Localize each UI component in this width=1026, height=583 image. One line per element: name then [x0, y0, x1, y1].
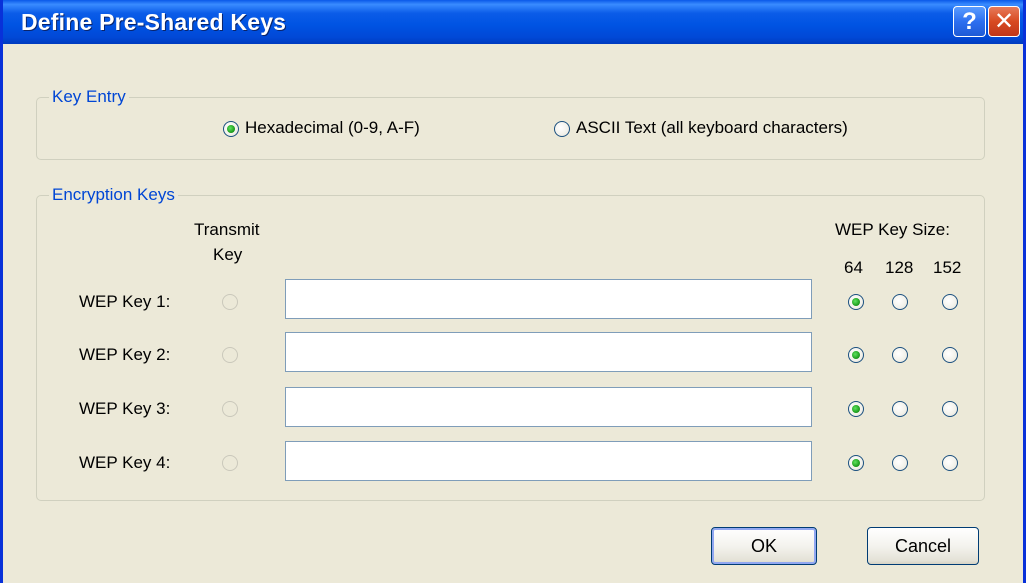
- cancel-button[interactable]: Cancel: [867, 527, 979, 565]
- transmit-key-2-radio[interactable]: [222, 347, 238, 363]
- transmit-key-header-line1: Transmit: [194, 220, 260, 239]
- wep-key-2-input[interactable]: [285, 332, 812, 372]
- transmit-key-1-radio[interactable]: [222, 294, 238, 310]
- wep-key-1-size-128-radio[interactable]: [892, 294, 908, 310]
- transmit-key-header-line2: Key: [213, 245, 243, 264]
- wep-key-3-label: WEP Key 3:: [79, 399, 171, 418]
- size-152-label: 152: [933, 258, 962, 277]
- help-button[interactable]: ?: [953, 6, 986, 37]
- transmit-key-4-radio[interactable]: [222, 455, 238, 471]
- ascii-text-label[interactable]: ASCII Text (all keyboard characters): [576, 118, 848, 138]
- dialog-window: Define Pre-Shared Keys ? ✕ Key Entry Hex…: [0, 0, 1026, 583]
- dialog-title: Define Pre-Shared Keys: [21, 9, 287, 35]
- wep-key-1-input[interactable]: [285, 279, 812, 319]
- wep-key-2-size-128-radio[interactable]: [892, 347, 908, 363]
- title-bar[interactable]: Define Pre-Shared Keys ? ✕: [3, 0, 1023, 44]
- wep-key-4-size-152-radio[interactable]: [942, 455, 958, 471]
- wep-key-2-size-152-radio[interactable]: [942, 347, 958, 363]
- ok-button[interactable]: OK: [711, 527, 817, 565]
- size-128-label: 128: [885, 258, 914, 277]
- wep-key-1-size-64-radio[interactable]: [848, 294, 864, 310]
- ascii-text-radio[interactable]: [554, 121, 570, 137]
- wep-key-2-size-64-radio[interactable]: [848, 347, 864, 363]
- wep-key-3-size-152-radio[interactable]: [942, 401, 958, 417]
- wep-key-2-label: WEP Key 2:: [79, 345, 171, 364]
- close-icon: ✕: [993, 8, 1015, 35]
- wep-key-1-size-152-radio[interactable]: [942, 294, 958, 310]
- wep-key-4-input[interactable]: [285, 441, 812, 481]
- wep-key-3-size-64-radio[interactable]: [848, 401, 864, 417]
- key-entry-legend: Key Entry: [49, 87, 129, 107]
- wep-key-3-input[interactable]: [285, 387, 812, 427]
- encryption-keys-legend: Encryption Keys: [49, 185, 178, 205]
- hexadecimal-radio[interactable]: [223, 121, 239, 137]
- close-button[interactable]: ✕: [988, 6, 1020, 37]
- wep-key-4-size-64-radio[interactable]: [848, 455, 864, 471]
- question-mark-icon: ?: [962, 7, 977, 35]
- wep-key-size-header: WEP Key Size:: [835, 220, 950, 239]
- hexadecimal-label[interactable]: Hexadecimal (0-9, A-F): [245, 118, 420, 138]
- size-64-label: 64: [844, 258, 863, 277]
- wep-key-3-size-128-radio[interactable]: [892, 401, 908, 417]
- wep-key-1-label: WEP Key 1:: [79, 292, 171, 311]
- wep-key-4-label: WEP Key 4:: [79, 453, 171, 472]
- transmit-key-3-radio[interactable]: [222, 401, 238, 417]
- wep-key-4-size-128-radio[interactable]: [892, 455, 908, 471]
